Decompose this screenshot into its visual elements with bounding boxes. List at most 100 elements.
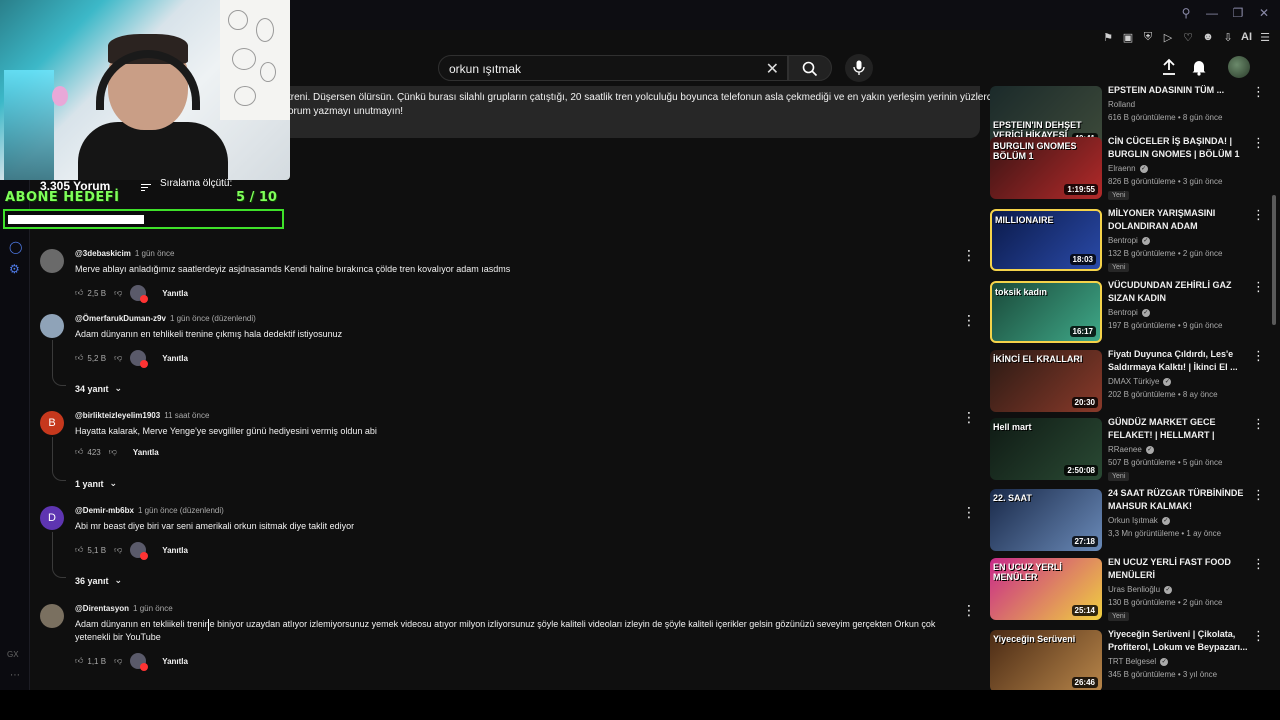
comment-time[interactable]: 1 gün önce — [135, 249, 175, 258]
video-menu-icon[interactable]: ⋮ — [1252, 136, 1265, 149]
shield-icon[interactable]: ⛨ — [1141, 31, 1155, 44]
scrollbar[interactable] — [1272, 195, 1276, 325]
recommended-video[interactable]: EN UCUZ YERLİ MENÜLER 25:14 EN UCUZ YERLİ … — [990, 556, 1270, 621]
video-menu-icon[interactable]: ⋮ — [1252, 208, 1265, 221]
restore-icon[interactable]: ❐ — [1230, 6, 1246, 20]
comment-time[interactable]: 11 saat önce — [164, 411, 209, 420]
replies-toggle[interactable]: 1 yanıt ⌄ — [75, 478, 117, 489]
dislike-button[interactable]: 👎︎ — [114, 288, 122, 298]
search-input[interactable]: orkun ışıtmak ✕ — [438, 55, 788, 81]
comment-menu-icon[interactable]: ⋮ — [962, 505, 976, 519]
avatar[interactable] — [40, 604, 64, 628]
comment-author[interactable]: @Demir-mb6bx — [75, 506, 134, 515]
recommended-video[interactable]: BURGLIN GNOMES BÖLÜM 1 1:19:55 CİN CÜCELER… — [990, 135, 1270, 200]
recommended-video[interactable]: MILLIONAIRE 18:03 MİLYONER YARIŞMASINI DOL… — [990, 207, 1270, 272]
video-menu-icon[interactable]: ⋮ — [1252, 349, 1265, 362]
video-title[interactable]: VÜCUDUNDAN ZEHİRLİ GAZ SIZAN KADIN — [1108, 279, 1248, 305]
video-menu-icon[interactable]: ⋮ — [1252, 280, 1265, 293]
video-menu-icon[interactable]: ⋮ — [1252, 629, 1265, 642]
more-icon[interactable]: ⋯ — [10, 670, 20, 681]
dislike-button[interactable]: 👎︎ — [109, 447, 117, 457]
comment-time[interactable]: 1 gün önce — [133, 604, 173, 613]
comment-menu-icon[interactable]: ⋮ — [962, 313, 976, 327]
dislike-button[interactable]: 👎︎ — [114, 353, 122, 363]
channel-name[interactable]: RRaenee ✓ — [1108, 445, 1154, 454]
video-thumbnail[interactable]: Yiyeceğin Serüveni 26:46 — [990, 630, 1102, 692]
reply-button[interactable]: Yanıtla — [162, 546, 188, 555]
play-icon[interactable]: ▷ — [1161, 31, 1175, 44]
avatar[interactable]: D — [40, 506, 64, 530]
sort-button[interactable]: Sıralama ölçütü: — [140, 178, 232, 189]
channel-name[interactable]: TRT Belgesel ✓ — [1108, 657, 1169, 666]
heart-icon[interactable]: ♡ — [1181, 31, 1195, 44]
search-button[interactable] — [788, 55, 832, 81]
channel-name[interactable]: Uras Benlioğlu ✓ — [1108, 585, 1173, 594]
video-menu-icon[interactable]: ⋮ — [1252, 557, 1265, 570]
account-avatar[interactable] — [1228, 56, 1250, 78]
comment-author[interactable]: @ÖmerfarukDuman-z9v — [75, 314, 166, 323]
like-button[interactable]: 👍︎ 2,5 B — [75, 288, 106, 298]
channel-name[interactable]: Rolland — [1108, 100, 1135, 109]
camera-icon[interactable]: ▣ — [1121, 31, 1135, 44]
comment-time[interactable]: 1 gün önce (düzenlendi) — [170, 314, 256, 323]
replies-toggle[interactable]: 36 yanıt ⌄ — [75, 575, 122, 586]
video-thumbnail[interactable]: toksik kadın 16:17 — [990, 281, 1102, 343]
avatar[interactable]: B — [40, 411, 64, 435]
recommended-video[interactable]: 22. SAAT 27:18 24 SAAT RÜZGAR TÜRBİNİNDE M… — [990, 487, 1270, 551]
avatar[interactable] — [40, 249, 64, 273]
settings-icon[interactable]: ⚙ — [9, 262, 20, 276]
reply-button[interactable]: Yanıtla — [133, 448, 159, 457]
like-button[interactable]: 👍︎ 423 — [75, 447, 101, 457]
video-title[interactable]: MİLYONER YARIŞMASINI DOLANDIRAN ADAM — [1108, 207, 1248, 233]
messenger-icon[interactable]: ◯ — [9, 240, 22, 254]
search-icon[interactable]: ⚲ — [1178, 6, 1194, 20]
video-title[interactable]: EPSTEIN ADASININ TÜM ... — [1108, 84, 1248, 97]
close-icon[interactable]: ✕ — [1256, 6, 1272, 20]
reply-button[interactable]: Yanıtla — [162, 657, 188, 666]
like-button[interactable]: 👍︎ 5,2 B — [75, 353, 106, 363]
video-menu-icon[interactable]: ⋮ — [1252, 488, 1265, 501]
recommended-video[interactable]: İKİNCİ EL KRALLARI 20:30 Fiyatı Duyunca Çı… — [990, 348, 1270, 412]
recommended-video[interactable]: Yiyeceğin Serüveni 26:46 Yiyeceğin Serüven… — [990, 628, 1270, 692]
like-button[interactable]: 👍︎ 5,1 B — [75, 545, 106, 555]
comment-author[interactable]: @3debaskicim — [75, 249, 131, 258]
recommended-video[interactable]: toksik kadın 16:17 VÜCUDUNDAN ZEHİRLİ GAZ … — [990, 279, 1270, 343]
video-thumbnail[interactable]: 22. SAAT 27:18 — [990, 489, 1102, 551]
voice-search-button[interactable] — [845, 54, 873, 82]
like-button[interactable]: 👍︎ 1,1 B — [75, 656, 106, 666]
dislike-button[interactable]: 👎︎ — [114, 545, 122, 555]
avatar[interactable] — [40, 314, 64, 338]
comment-time[interactable]: 1 gün önce (düzenlendi) — [138, 506, 224, 515]
notifications-button[interactable] — [1190, 58, 1208, 79]
video-title[interactable]: Fiyatı Duyunca Çıldırdı, Les'e Saldırmay… — [1108, 348, 1248, 374]
comment-menu-icon[interactable]: ⋮ — [962, 410, 976, 424]
video-title[interactable]: CİN CÜCELER İŞ BAŞINDA! | BURGLIN GNOMES… — [1108, 135, 1248, 161]
reply-button[interactable]: Yanıtla — [162, 354, 188, 363]
channel-name[interactable]: Bentropi ✓ — [1108, 236, 1150, 245]
menu-icon[interactable]: ☰ — [1258, 31, 1272, 44]
channel-name[interactable]: Bentropi ✓ — [1108, 308, 1150, 317]
channel-name[interactable]: DMAX Türkiye ✓ — [1108, 377, 1172, 386]
comment-menu-icon[interactable]: ⋮ — [962, 603, 976, 617]
video-thumbnail[interactable]: EN UCUZ YERLİ MENÜLER 25:14 — [990, 558, 1102, 620]
video-title[interactable]: GÜNDÜZ MARKET GECE FELAKET! | HELLMART | — [1108, 416, 1248, 442]
clear-icon[interactable]: ✕ — [766, 59, 779, 79]
minimize-icon[interactable]: — — [1204, 6, 1220, 20]
comment-menu-icon[interactable]: ⋮ — [962, 248, 976, 262]
video-title[interactable]: EN UCUZ YERLİ FAST FOOD MENÜLERİ — [1108, 556, 1248, 582]
ai-button[interactable]: AI — [1241, 31, 1252, 43]
video-menu-icon[interactable]: ⋮ — [1252, 85, 1265, 98]
dislike-button[interactable]: 👎︎ — [114, 656, 122, 666]
profile-icon[interactable]: ☻ — [1201, 31, 1215, 43]
video-thumbnail[interactable]: BURGLIN GNOMES BÖLÜM 1 1:19:55 — [990, 137, 1102, 199]
video-thumbnail[interactable]: MILLIONAIRE 18:03 — [990, 209, 1102, 271]
video-thumbnail[interactable]: İKİNCİ EL KRALLARI 20:30 — [990, 350, 1102, 412]
recommended-video[interactable]: Hell mart 2:50:08 GÜNDÜZ MARKET GECE FELAK… — [990, 416, 1270, 481]
video-menu-icon[interactable]: ⋮ — [1252, 417, 1265, 430]
replies-toggle[interactable]: 34 yanıt ⌄ — [75, 383, 122, 394]
video-description[interactable]: treni. Düşersen ölürsün. Çünkü burası si… — [200, 86, 997, 138]
download-icon[interactable]: ⇩ — [1221, 31, 1235, 44]
video-title[interactable]: 24 SAAT RÜZGAR TÜRBİNİNDE MAHSUR KALMAK! — [1108, 487, 1248, 513]
comment-author[interactable]: @birlikteizleyelim1903 — [75, 411, 160, 420]
video-title[interactable]: Yiyeceğin Serüveni | Çikolata, Profitero… — [1108, 628, 1248, 654]
